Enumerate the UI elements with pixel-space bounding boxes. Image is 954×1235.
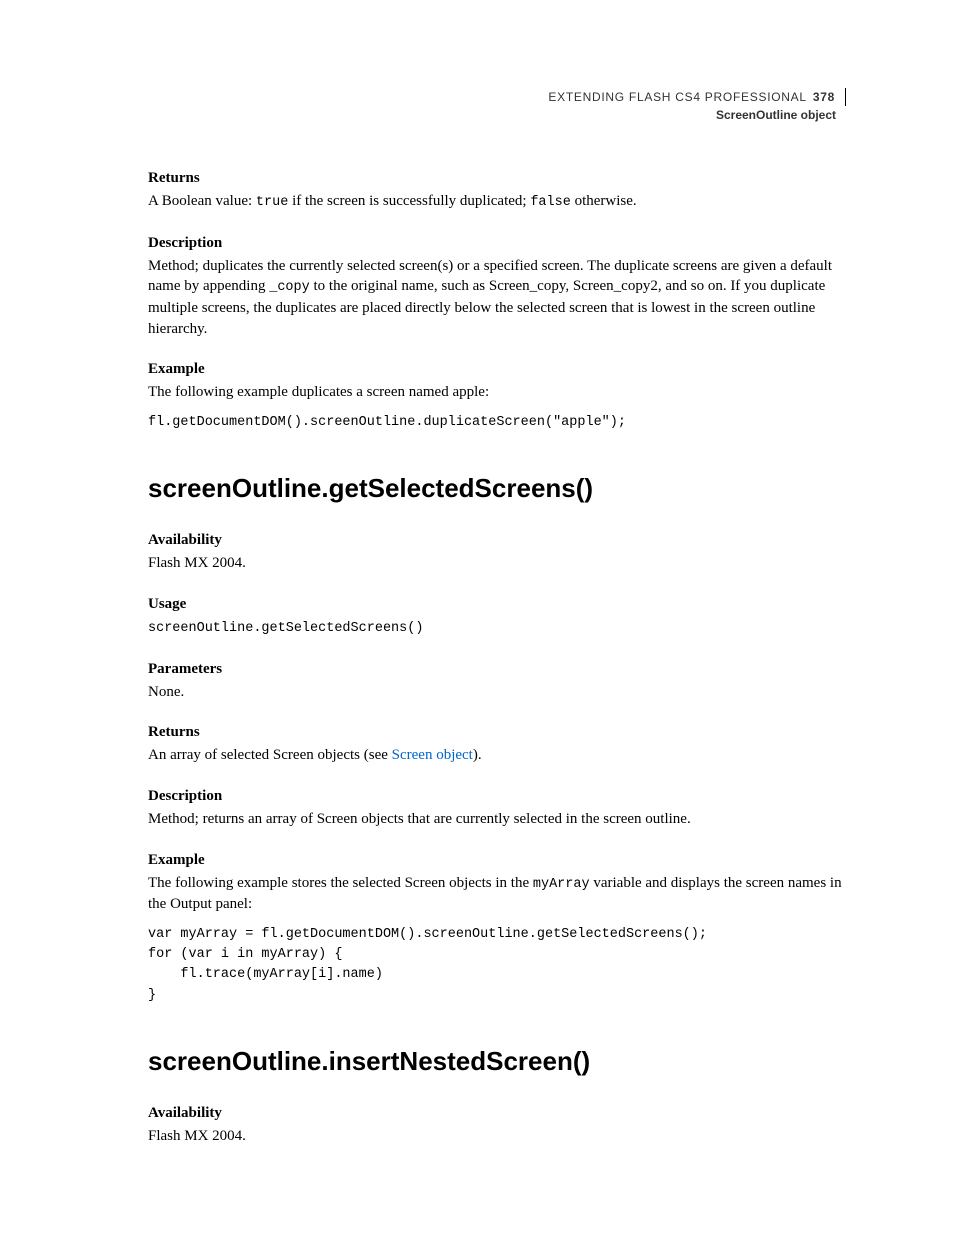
screen-object-link[interactable]: Screen object [392,747,473,763]
example-code: fl.getDocumentDOM().screenOutline.duplic… [148,413,846,433]
returns-heading: Returns [148,170,846,187]
description-heading-2: Description [148,788,846,805]
section-title-insertnestedscreen: screenOutline.insertNestedScreen() [148,1046,846,1077]
code-true: true [256,195,288,210]
availability-body: Flash MX 2004. [148,553,846,574]
usage-heading: Usage [148,596,846,613]
chapter-name: ScreenOutline object [148,106,846,124]
running-header: EXTENDING FLASH CS4 PROFESSIONAL378 Scre… [148,88,846,124]
doc-title: EXTENDING FLASH CS4 PROFESSIONAL378 [548,88,846,106]
availability-heading-3: Availability [148,1105,846,1122]
availability-body-3: Flash MX 2004. [148,1126,846,1147]
example-intro-2: The following example stores the selecte… [148,873,846,915]
usage-code: screenOutline.getSelectedScreens() [148,621,423,636]
example-intro: The following example duplicates a scree… [148,382,846,403]
section-title-getselectedscreens: screenOutline.getSelectedScreens() [148,473,846,504]
parameters-body: None. [148,682,846,703]
availability-heading: Availability [148,532,846,549]
code-myarray: myArray [533,877,590,892]
page-container: EXTENDING FLASH CS4 PROFESSIONAL378 Scre… [0,0,954,1229]
returns-heading-2: Returns [148,724,846,741]
description-heading: Description [148,235,846,252]
example-heading: Example [148,361,846,378]
parameters-heading: Parameters [148,661,846,678]
example-heading-2: Example [148,852,846,869]
description-body-2: Method; returns an array of Screen objec… [148,809,846,830]
description-body: Method; duplicates the currently selecte… [148,256,846,340]
returns-body: A Boolean value: true if the screen is s… [148,191,846,213]
code-false: false [530,195,571,210]
code-copy: _copy [269,280,310,295]
example-code-2: var myArray = fl.getDocumentDOM().screen… [148,925,846,1006]
page-number: 378 [807,90,835,104]
returns-body-2: An array of selected Screen objects (see… [148,745,846,766]
